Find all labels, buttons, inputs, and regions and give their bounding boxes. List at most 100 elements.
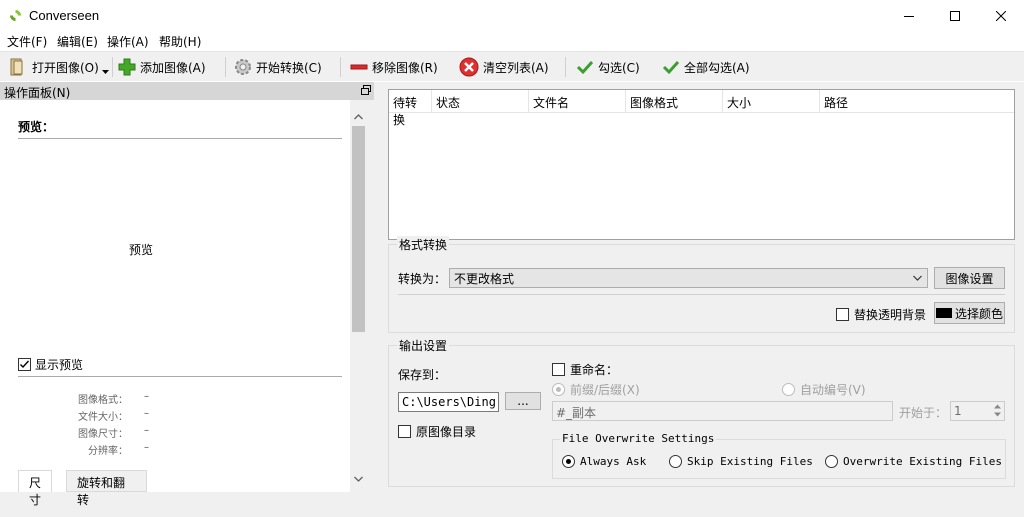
save-to-label: 保存到： [398, 368, 447, 382]
dropdown-arrow-icon[interactable] [102, 70, 109, 75]
replace-transparent-label: 替换透明背景 [854, 308, 927, 322]
check-button[interactable]: 勾选(C) [576, 56, 640, 78]
overwrite-existing-radio[interactable]: Overwrite Existing Files [825, 455, 1002, 468]
add-images-button[interactable]: 添加图像(A) [118, 56, 206, 78]
output-settings-group: 输出设置 保存到： C:\Users\Ding ... 原图像目录 重命名： 前… [388, 337, 1015, 487]
converseen-app-icon [10, 10, 21, 21]
spin-up-icon[interactable] [994, 404, 1001, 409]
divider [18, 376, 342, 377]
overwrite-skip-radio[interactable]: Skip Existing Files [669, 455, 813, 468]
divider [18, 138, 342, 139]
scroll-down-icon[interactable] [354, 476, 363, 482]
menu-action[interactable]: 操作(A) [107, 33, 149, 50]
table-header: 待转换 状态 文件名 图像格式 大小 路径 [389, 90, 1014, 127]
divider [398, 294, 1005, 295]
info-dimensions-label: 图像尺寸： [78, 429, 128, 440]
image-settings-button[interactable]: 图像设置 [934, 267, 1005, 289]
checkbox-icon [836, 308, 849, 321]
tab-size[interactable]: 尺寸 [18, 470, 53, 507]
browse-button[interactable]: ... [505, 392, 541, 410]
tab-rotate-flip[interactable]: 旋转和翻转 [66, 470, 147, 507]
operations-panel: 预览： 预览 显示预览 图像格式： – 文件大小： – 图像尺寸： – 分辨率：… [0, 100, 374, 517]
remove-minus-icon [350, 64, 368, 70]
title-bar: Converseen [0, 0, 1024, 31]
spin-down-icon[interactable] [994, 412, 1001, 417]
maximize-button[interactable] [932, 0, 978, 31]
save-path-input[interactable]: C:\Users\Ding [398, 392, 499, 412]
preview-placeholder: 预览 [128, 243, 153, 257]
column-to-convert[interactable]: 待转换 [389, 90, 432, 127]
close-icon [996, 10, 1006, 21]
clear-x-icon [459, 57, 479, 77]
column-size[interactable]: 大小 [723, 90, 820, 113]
overwrite-group-title: File Overwrite Settings [560, 432, 717, 445]
menu-bar: 文件(F) 编辑(E) 操作(A) 帮助(H) [0, 31, 1024, 51]
prefix-suffix-label: 前缀/后缀(X) [570, 383, 640, 397]
column-filename[interactable]: 文件名 [529, 90, 626, 113]
add-plus-icon [118, 58, 136, 76]
info-dimensions-value: – [144, 425, 149, 436]
rename-pattern-input[interactable]: #_副本 [552, 401, 893, 421]
preview-heading: 预览： [18, 120, 55, 134]
open-images-button[interactable]: 打开图像(O) [8, 56, 99, 78]
toolbar-separator [225, 57, 226, 77]
start-convert-button[interactable]: 开始转换(C) [234, 56, 322, 78]
color-swatch [935, 308, 952, 318]
convert-to-label: 转换为： [398, 272, 447, 286]
start-at-spinbox[interactable]: 1 [950, 401, 1005, 421]
remove-images-label: 移除图像(R) [372, 60, 438, 75]
overwrite-always-ask-radio[interactable]: Always Ask [562, 455, 646, 468]
dock-title-bar: 操作面板(N) [0, 82, 374, 100]
radio-icon [669, 455, 682, 468]
choose-color-button[interactable]: 选择颜色 [934, 302, 1005, 324]
clear-list-label: 清空列表(A) [483, 60, 549, 75]
file-table[interactable]: 待转换 状态 文件名 图像格式 大小 路径 [388, 89, 1015, 240]
scroll-up-icon[interactable] [354, 114, 363, 120]
column-format[interactable]: 图像格式 [626, 90, 723, 113]
convert-to-value: 不更改格式 [454, 272, 515, 286]
clear-list-button[interactable]: 清空列表(A) [459, 56, 549, 78]
open-folder-icon [10, 58, 23, 76]
minimize-button[interactable] [886, 0, 932, 31]
auto-number-radio[interactable]: 自动编号(V) [782, 381, 866, 398]
column-path[interactable]: 路径 [820, 90, 1014, 113]
menu-help[interactable]: 帮助(H) [159, 33, 201, 50]
float-dock-icon[interactable] [361, 85, 371, 95]
convert-to-select[interactable]: 不更改格式 [449, 268, 928, 288]
remove-images-button[interactable]: 移除图像(R) [350, 56, 438, 78]
toolbar-separator [340, 57, 341, 77]
preview-area: 预览： 预览 显示预览 图像格式： – 文件大小： – 图像尺寸： – 分辨率：… [0, 100, 350, 507]
toolbar: 打开图像(O) 添加图像(A) 开始转换(C) 移除图像(R) 清空列表(A) [0, 51, 1024, 81]
add-images-label: 添加图像(A) [140, 60, 206, 75]
overwrite-settings-group: File Overwrite Settings Always Ask Skip … [552, 432, 1006, 479]
format-conversion-group: 格式转换 转换为： 不更改格式 图像设置 替换透明背景 选择颜色 [388, 236, 1015, 333]
column-status[interactable]: 状态 [432, 90, 529, 113]
info-resolution-label: 分辨率： [88, 446, 128, 457]
prefix-suffix-radio[interactable]: 前缀/后缀(X) [552, 381, 640, 398]
checkbox-icon [552, 363, 565, 376]
info-format-value: – [144, 391, 149, 402]
check-all-label: 全部勾选(A) [684, 60, 750, 75]
original-dir-checkbox[interactable]: 原图像目录 [398, 423, 476, 440]
check-label: 勾选(C) [598, 60, 640, 75]
gear-icon [235, 59, 251, 75]
menu-edit[interactable]: 编辑(E) [57, 33, 98, 50]
close-button[interactable] [978, 0, 1024, 31]
rename-checkbox[interactable]: 重命名： [552, 361, 618, 378]
start-at-value: 1 [954, 404, 962, 418]
choose-color-label: 选择颜色 [954, 306, 1003, 321]
main-panel: 待转换 状态 文件名 图像格式 大小 路径 格式转换 转换为： 不更改格式 图像… [374, 82, 1024, 517]
check-all-button[interactable]: 全部勾选(A) [662, 56, 750, 78]
scrollbar-thumb[interactable] [352, 126, 365, 332]
menu-file[interactable]: 文件(F) [7, 33, 47, 50]
overwrite-existing-label: Overwrite Existing Files [843, 455, 1002, 468]
info-filesize-value: – [144, 408, 149, 419]
check-icon [576, 60, 594, 75]
radio-selected-icon [562, 455, 575, 468]
format-group-title: 格式转换 [397, 236, 450, 253]
replace-transparent-checkbox[interactable]: 替换透明背景 [836, 306, 926, 323]
show-preview-checkbox[interactable]: 显示预览 [18, 356, 83, 373]
always-ask-label: Always Ask [580, 455, 647, 468]
minimize-icon [904, 15, 914, 17]
radio-icon [825, 455, 838, 468]
